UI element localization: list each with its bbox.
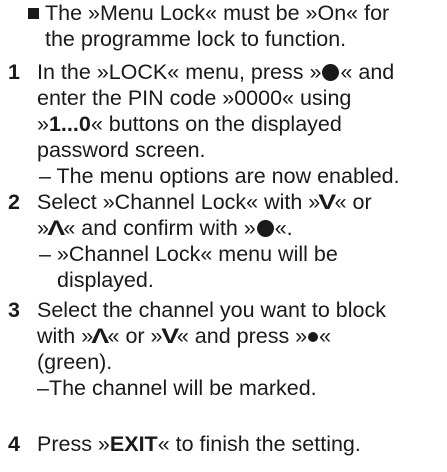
step-result: – »Channel Lock« menu will be [39,242,338,266]
small-filled-circle-icon [308,332,319,342]
step-number: 2 [8,190,20,214]
square-bullet-icon [28,8,39,19]
note-line: The »Menu Lock« must be »On« for [45,1,390,25]
step-line: »1...0« buttons on the displayed [37,112,342,136]
step-line: Press »EXIT« to finish the setting. [37,432,361,456]
exit-key-label: EXIT [109,432,158,456]
step-line: with »Λ« or »V« and press » « [37,324,332,348]
step-result: displayed. [57,268,154,292]
step-line: Select the channel you want to block [37,298,386,322]
chevron-down-icon: V [160,324,179,348]
chevron-down-icon: V [318,190,337,214]
step-number: 1 [8,60,20,84]
number-keys-label: 1...0 [48,112,91,136]
chevron-up-icon: Λ [47,216,66,240]
step-number: 3 [8,298,20,322]
filled-circle-icon [322,64,340,81]
step-number: 4 [8,432,20,456]
step-line: password screen. [37,138,206,162]
step-result: –The channel will be marked. [37,376,317,400]
step-result: – The menu options are now enabled. [39,164,400,188]
manual-page: The »Menu Lock« must be »On« for the pro… [0,0,447,472]
step-line: enter the PIN code »0000« using [37,86,352,110]
step-line: (green). [37,350,113,374]
step-line: »Λ« and confirm with » «. [37,216,293,240]
filled-circle-icon [256,220,274,237]
step-line: In the »LOCK« menu, press » « and [37,60,395,84]
note-line: the programme lock to function. [45,27,347,51]
chevron-up-icon: Λ [91,324,110,348]
step-line: Select »Channel Lock« with »V« or [37,190,372,214]
